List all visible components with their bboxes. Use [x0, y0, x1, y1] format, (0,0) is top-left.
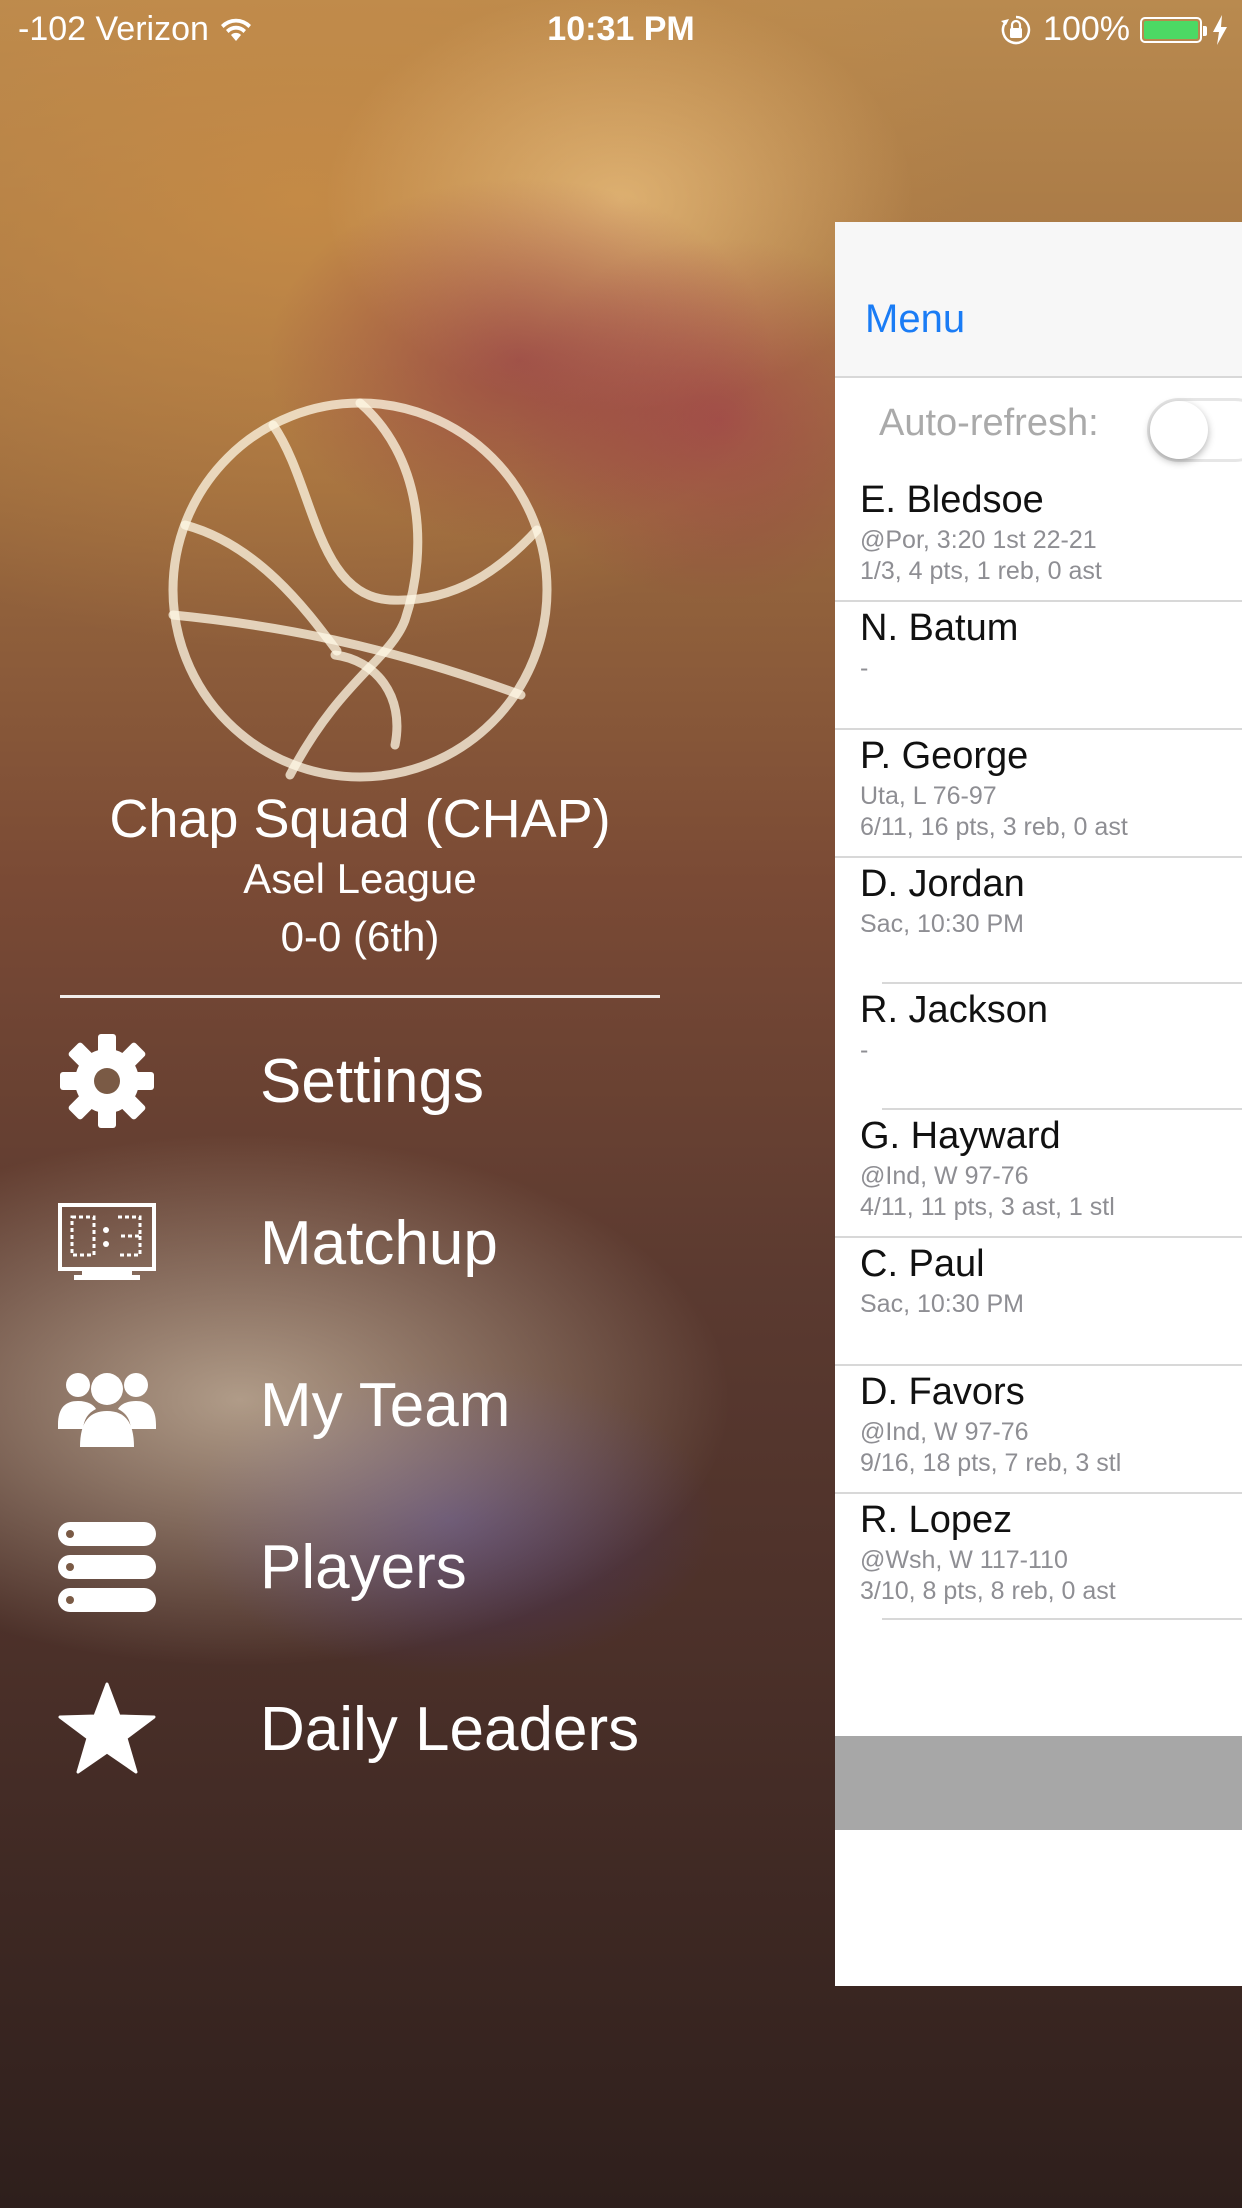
player-name: R. Jackson	[860, 989, 1048, 1031]
status-right: 100%	[999, 10, 1228, 49]
toggle-knob	[1150, 401, 1208, 459]
team-name: Chap Squad (CHAP)	[109, 789, 611, 849]
menu-item-settings[interactable]: Settings	[58, 1021, 678, 1141]
star-icon	[58, 1682, 156, 1774]
player-name: G. Hayward	[860, 1115, 1061, 1157]
player-name: P. George	[860, 735, 1029, 777]
player-name: N. Batum	[860, 607, 1019, 649]
menu-label-settings: Settings	[260, 1046, 485, 1116]
player-row[interactable]: D. Favors @Ind, W 97-76 9/16, 18 pts, 7 …	[835, 1366, 1242, 1494]
rotation-lock-icon	[1001, 15, 1031, 44]
player-row[interactable]: D. Jordan Sac, 10:30 PM	[835, 858, 1242, 984]
menu-label-my-team: My Team	[260, 1370, 511, 1440]
player-game-info: @Ind, W 97-76	[860, 1162, 1029, 1190]
menu-item-daily-leaders[interactable]: Daily Leaders	[58, 1669, 678, 1789]
player-stats: 9/16, 18 pts, 7 reb, 3 stl	[860, 1449, 1122, 1477]
team-record: 0-0 (6th)	[280, 913, 440, 960]
menu-button[interactable]: Menu	[865, 297, 965, 342]
player-game-info: @Por, 3:20 1st 22-21	[860, 526, 1097, 554]
player-name: R. Lopez	[860, 1499, 1013, 1541]
league-name: Asel League	[243, 855, 477, 902]
battery-percent: 100%	[1043, 10, 1130, 48]
bottom-bar	[835, 1736, 1242, 1830]
menu-item-players[interactable]: Players	[58, 1507, 678, 1627]
gear-icon	[60, 1034, 154, 1128]
player-row[interactable]: G. Hayward @Ind, W 97-76 4/11, 11 pts, 3…	[835, 1110, 1242, 1238]
player-name: C. Paul	[860, 1243, 985, 1285]
menu-divider	[60, 995, 660, 998]
player-game-info: -	[860, 654, 869, 682]
player-name: E. Bledsoe	[860, 479, 1044, 521]
player-game-info: Sac, 10:30 PM	[860, 1290, 1024, 1318]
player-name: D. Favors	[860, 1371, 1025, 1413]
player-row[interactable]: R. Jackson -	[835, 984, 1242, 1110]
player-game-info: -	[860, 1036, 869, 1064]
player-game-info: Sac, 10:30 PM	[860, 910, 1024, 938]
player-row[interactable]: N. Batum -	[835, 602, 1242, 730]
player-game-info: @Ind, W 97-76	[860, 1418, 1029, 1446]
player-row[interactable]: E. Bledsoe @Por, 3:20 1st 22-21 1/3, 4 p…	[835, 474, 1242, 602]
navigation-bar: Menu	[835, 222, 1242, 378]
player-name: D. Jordan	[860, 863, 1025, 905]
player-row[interactable]: P. George Uta, L 76-97 6/11, 16 pts, 3 r…	[835, 730, 1242, 858]
player-stats: 6/11, 16 pts, 3 reb, 0 ast	[860, 813, 1128, 841]
player-stats: 1/3, 4 pts, 1 reb, 0 ast	[860, 557, 1102, 585]
auto-refresh-row: Auto-refresh:	[835, 378, 1242, 474]
content-panel: Menu Auto-refresh: E. Bledsoe @Por, 3:20…	[835, 222, 1242, 1986]
battery-level	[1144, 20, 1198, 39]
player-row[interactable]: R. Lopez @Wsh, W 117-110 3/10, 8 pts, 8 …	[835, 1494, 1242, 1620]
scoreboard-icon	[58, 1203, 156, 1280]
users-icon	[58, 1373, 156, 1447]
battery-icon	[1140, 16, 1207, 43]
player-row[interactable]: C. Paul Sac, 10:30 PM	[835, 1238, 1242, 1366]
player-stats: 4/11, 11 pts, 3 ast, 1 stl	[860, 1193, 1115, 1221]
menu-label-daily-leaders: Daily Leaders	[260, 1694, 640, 1764]
player-game-info: @Wsh, W 117-110	[860, 1546, 1068, 1574]
player-stats: 3/10, 8 pts, 8 reb, 0 ast	[860, 1577, 1116, 1605]
auto-refresh-label: Auto-refresh:	[879, 402, 1099, 444]
menu-label-players: Players	[260, 1532, 467, 1602]
status-bar: -102 Verizon 10:31 PM 100%	[0, 0, 1242, 62]
charging-bolt-icon	[1213, 14, 1227, 45]
menu-item-matchup[interactable]: Matchup	[58, 1183, 678, 1303]
basketball-icon	[168, 398, 552, 782]
auto-refresh-toggle[interactable]	[1147, 398, 1242, 462]
list-icon	[58, 1522, 156, 1612]
player-game-info: Uta, L 76-97	[860, 782, 997, 810]
menu-item-my-team[interactable]: My Team	[58, 1345, 678, 1465]
menu-label-matchup: Matchup	[260, 1208, 498, 1278]
